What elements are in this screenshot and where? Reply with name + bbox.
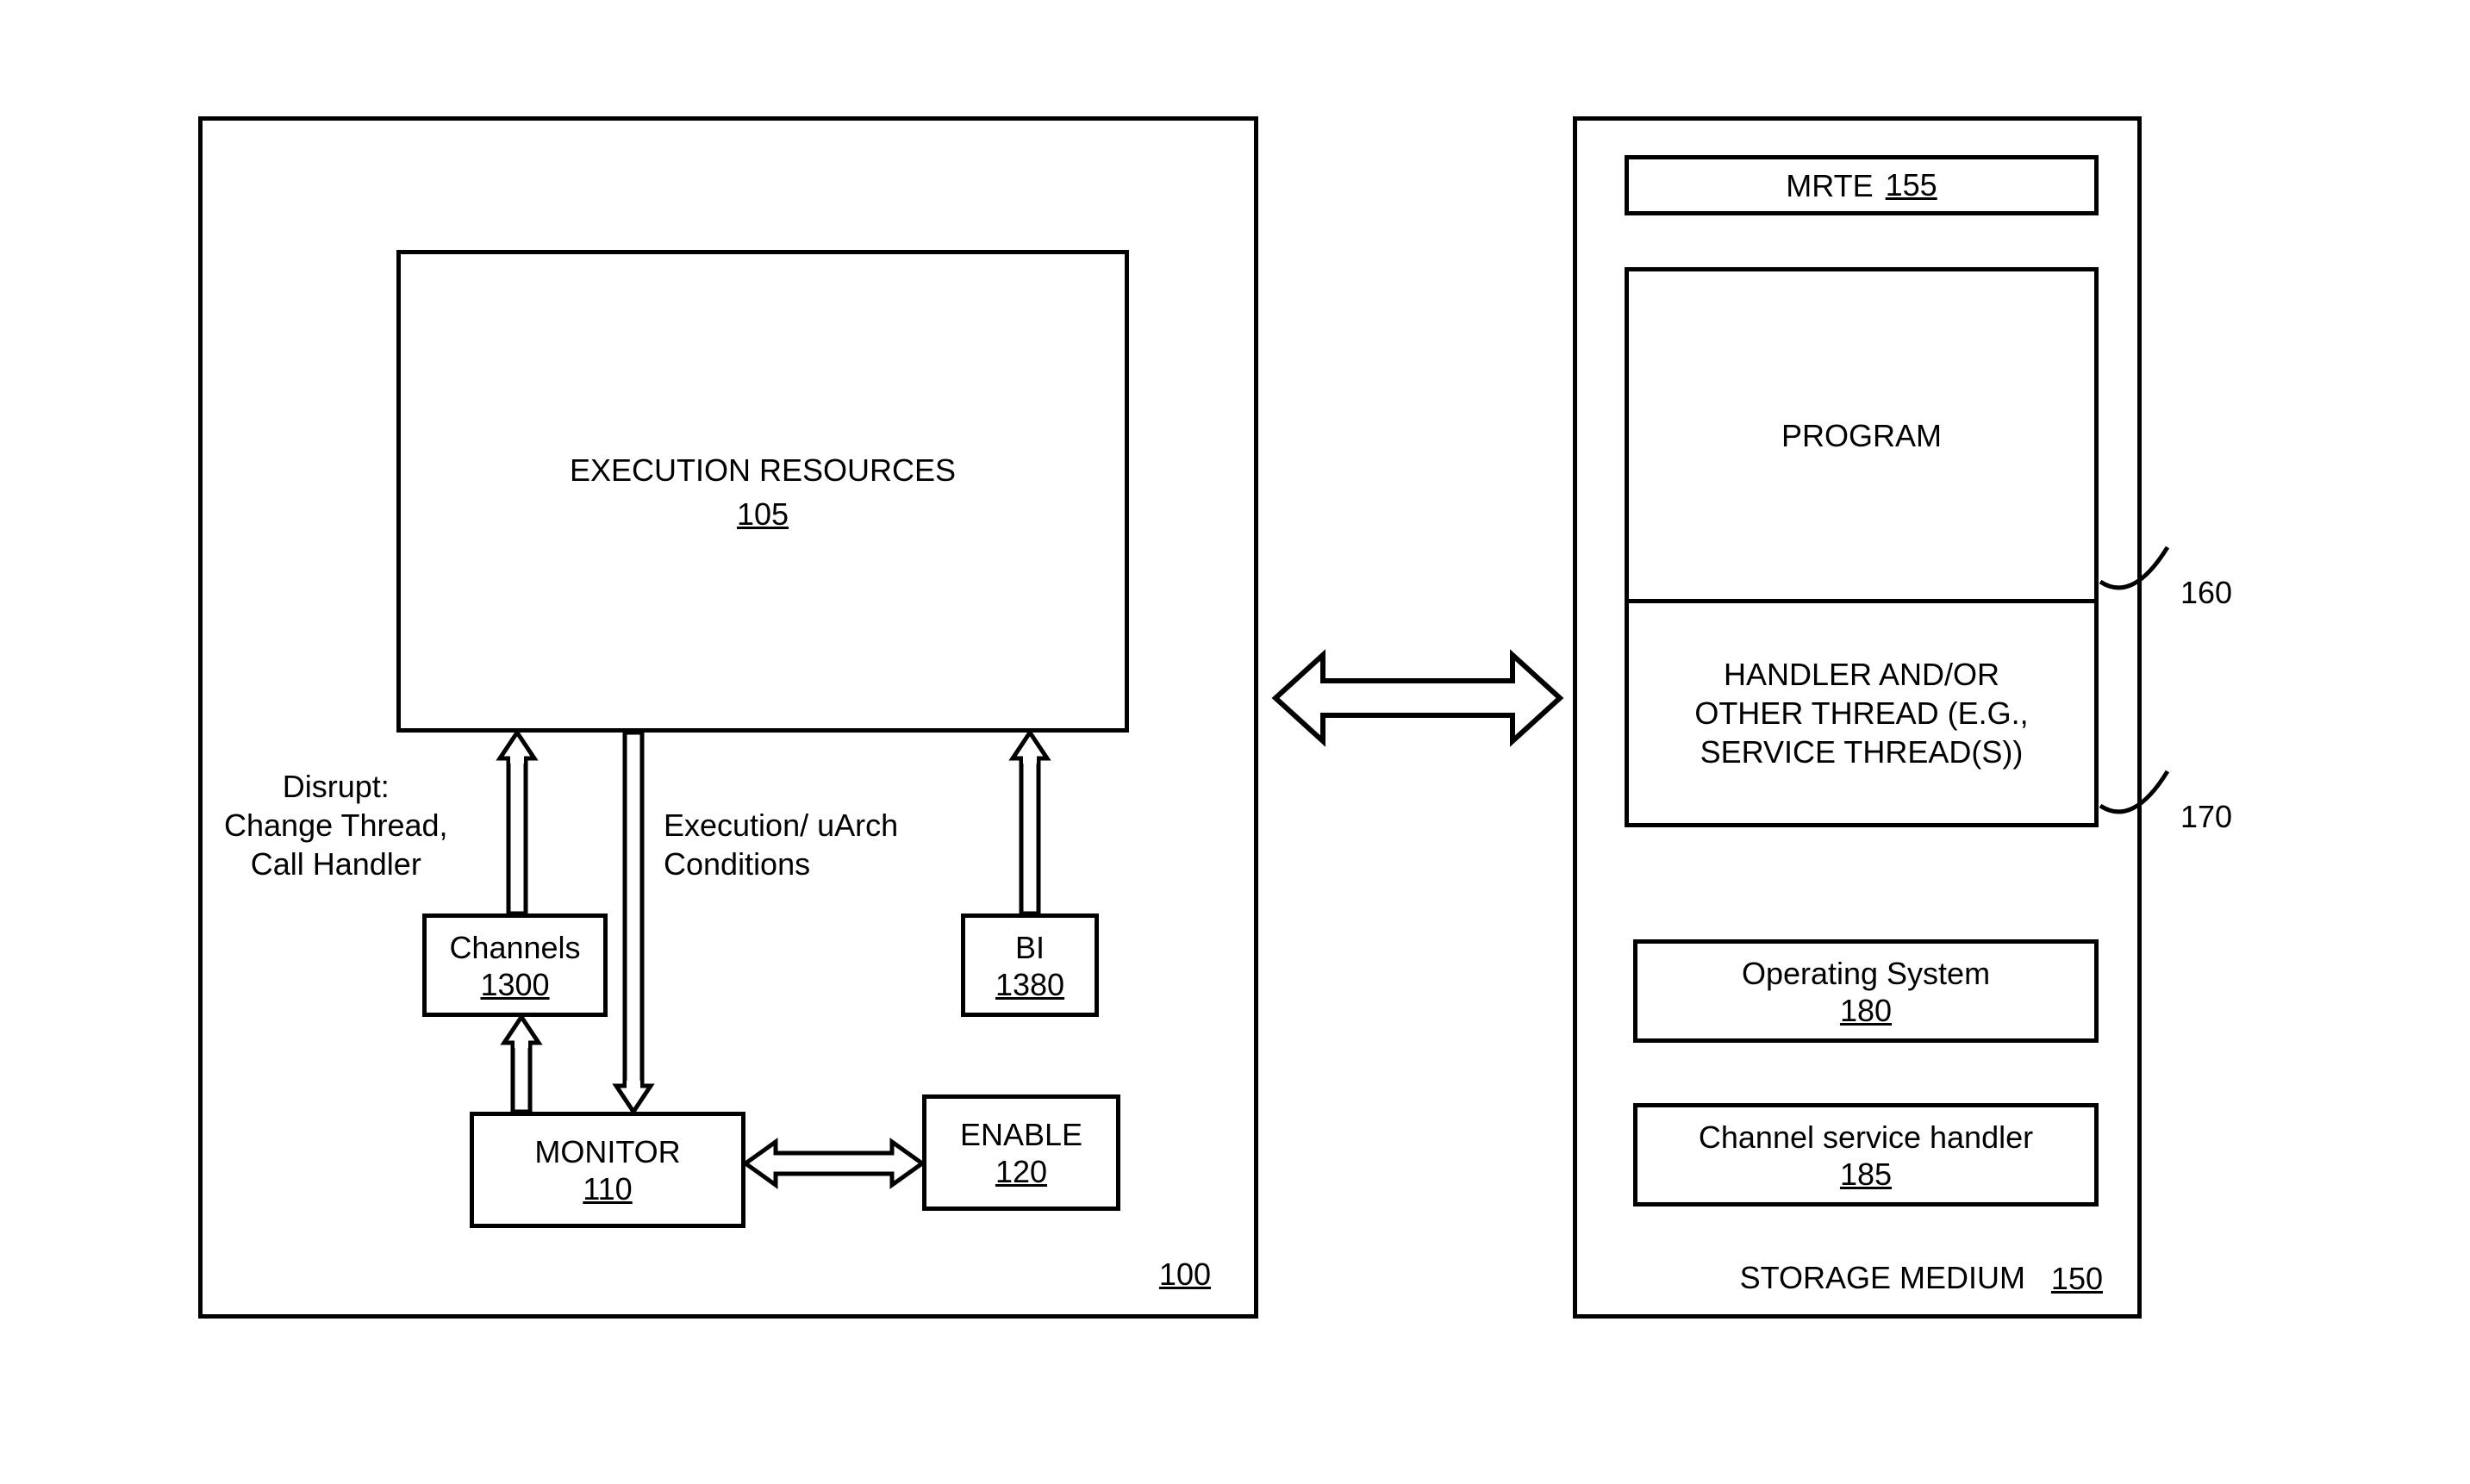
callout-170-line <box>2099 767 2185 836</box>
channels-title: Channels <box>449 928 580 967</box>
execution-resources-title: EXECUTION RESOURCES <box>570 451 956 489</box>
handler-line1: HANDLER AND/OR <box>1724 655 1999 694</box>
os-ref: 180 <box>1840 993 1892 1029</box>
execution-resources-ref: 105 <box>737 496 789 533</box>
disrupt-line3: Call Handler <box>224 845 448 883</box>
conditions-line1: Execution/ uArch <box>664 806 898 845</box>
bi-title: BI <box>1015 928 1045 967</box>
arrow-monitor-to-channels <box>496 1017 547 1112</box>
bi-box: BI 1380 <box>961 913 1099 1017</box>
handler-line2: OTHER THREAD (E.G., <box>1694 694 2028 733</box>
csh-title: Channel service handler <box>1699 1118 2033 1157</box>
callout-160-line <box>2099 543 2185 612</box>
mrte-title: MRTE <box>1786 166 1873 205</box>
bi-ref: 1380 <box>995 967 1064 1003</box>
callout-160: 160 <box>2180 573 2232 612</box>
program-section: PROGRAM <box>1629 271 2094 599</box>
os-title: Operating System <box>1742 954 1990 993</box>
enable-ref: 120 <box>995 1154 1047 1190</box>
execution-resources-box: EXECUTION RESOURCES 105 <box>396 250 1129 733</box>
arrow-monitor-enable <box>745 1138 922 1189</box>
storage-medium-title: STORAGE MEDIUM <box>1740 1258 2025 1297</box>
channels-box: Channels 1300 <box>422 913 608 1017</box>
arrow-left-right-bus <box>1276 651 1560 745</box>
handler-line3: SERVICE THREAD(S)) <box>1700 733 2024 771</box>
channels-ref: 1300 <box>480 967 549 1003</box>
csh-ref: 185 <box>1840 1157 1892 1193</box>
storage-medium-ref: 150 <box>2051 1261 2103 1297</box>
conditions-line2: Conditions <box>664 845 898 883</box>
monitor-ref: 110 <box>583 1171 632 1207</box>
arrow-exec-to-monitor <box>608 733 659 1112</box>
arrow-bi-to-exec <box>1004 733 1056 913</box>
csh-box: Channel service handler 185 <box>1633 1103 2099 1207</box>
disrupt-label: Disrupt: Change Thread, Call Handler <box>224 767 448 883</box>
mrte-box: MRTE 155 <box>1625 155 2099 215</box>
arrow-channels-to-exec <box>491 733 543 913</box>
monitor-box: MONITOR 110 <box>470 1112 745 1228</box>
mrte-ref: 155 <box>1886 167 1937 203</box>
ref-100: 100 <box>1159 1256 1211 1293</box>
program-handler-box: PROGRAM HANDLER AND/OR OTHER THREAD (E.G… <box>1625 267 2099 827</box>
conditions-label: Execution/ uArch Conditions <box>664 806 898 883</box>
disrupt-line1: Disrupt: <box>224 767 448 806</box>
disrupt-line2: Change Thread, <box>224 806 448 845</box>
handler-section: HANDLER AND/OR OTHER THREAD (E.G., SERVI… <box>1629 603 2094 823</box>
callout-170: 170 <box>2180 797 2232 836</box>
enable-box: ENABLE 120 <box>922 1094 1120 1211</box>
monitor-title: MONITOR <box>534 1132 680 1171</box>
program-title: PROGRAM <box>1781 416 1942 455</box>
enable-title: ENABLE <box>960 1115 1082 1154</box>
os-box: Operating System 180 <box>1633 939 2099 1043</box>
